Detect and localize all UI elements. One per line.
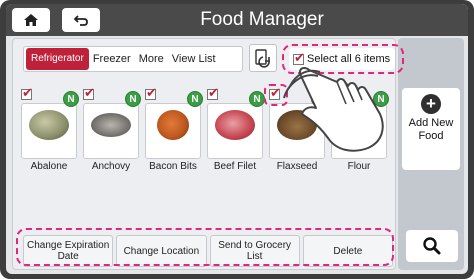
abalone-image (29, 110, 69, 140)
checkmark-icon: ✔ (208, 85, 219, 100)
select-all-checkbox[interactable]: ✔ (293, 49, 305, 65)
new-badge: N (187, 91, 203, 107)
checkmark-icon: ✔ (146, 85, 157, 100)
sync-button[interactable] (249, 44, 277, 72)
tab-view-list[interactable]: View List (168, 48, 220, 70)
food-item-anchovy[interactable]: ✔ N Anchovy (81, 85, 141, 175)
food-card[interactable] (145, 103, 201, 159)
checkmark-icon: ✔ (332, 85, 343, 100)
title-bar: Food Manager (6, 4, 468, 36)
home-icon (24, 14, 38, 26)
add-new-food-button[interactable]: + Add New Food (402, 88, 460, 170)
food-item-label: Flaxseed (276, 161, 318, 172)
sync-icon (255, 49, 270, 68)
food-item-label: Bacon Bits (149, 161, 197, 172)
select-all-label: Select all 6 items (307, 53, 391, 65)
checkmark-icon: ✔ (22, 85, 33, 100)
food-item-label: Anchovy (91, 161, 131, 172)
new-badge: N (125, 91, 141, 107)
food-item-label: Beef Filet (213, 161, 257, 172)
back-button[interactable] (62, 8, 100, 32)
action-bar: Change Expiration Date Change Location S… (23, 235, 393, 267)
food-card[interactable] (331, 103, 387, 159)
tab-refrigerator[interactable]: Refrigerator (26, 48, 89, 70)
screen: Food Manager Refrigerator Freezer More V… (6, 4, 468, 274)
checkmark-icon: ✔ (84, 85, 95, 100)
main-panel: Refrigerator Freezer More View List ✔ Se… (12, 38, 396, 270)
item-checkbox[interactable]: ✔ (21, 85, 33, 100)
add-new-food-label: Add New Food (408, 117, 454, 142)
location-tabs: Refrigerator Freezer More View List (23, 46, 243, 72)
food-item-flaxseed[interactable]: ✔ N Flaxseed (267, 85, 327, 175)
item-checkbox[interactable]: ✔ (83, 85, 95, 100)
change-location-button[interactable]: Change Location (116, 235, 207, 267)
anchovy-image (91, 113, 131, 137)
send-to-grocery-list-button[interactable]: Send to Grocery List (209, 235, 300, 267)
item-checkbox[interactable]: ✔ (269, 85, 281, 100)
food-items-grid: ✔ N Abalone ✔ N Anchovy ✔ N Bacon Bits ✔… (19, 85, 397, 179)
checkmark-icon: ✔ (294, 49, 305, 65)
food-item-bacon-bits[interactable]: ✔ N Bacon Bits (143, 85, 203, 175)
checkmark-icon: ✔ (270, 85, 281, 100)
food-card[interactable] (21, 103, 77, 159)
food-item-abalone[interactable]: ✔ N Abalone (19, 85, 79, 175)
beef-filet-image (215, 110, 255, 140)
food-card[interactable] (83, 103, 139, 159)
flour-image (339, 110, 379, 140)
tab-freezer[interactable]: Freezer (89, 48, 135, 70)
flaxseed-image (277, 110, 317, 140)
new-badge: N (373, 91, 389, 107)
search-icon (423, 237, 441, 255)
delete-button[interactable]: Delete (302, 235, 393, 267)
home-button[interactable] (12, 8, 50, 32)
item-checkbox[interactable]: ✔ (207, 85, 219, 100)
food-item-beef-filet[interactable]: ✔ N Beef Filet (205, 85, 265, 175)
food-item-flour[interactable]: ✔ N Flour (329, 85, 389, 175)
back-arrow-icon (73, 15, 88, 26)
device-frame: Food Manager Refrigerator Freezer More V… (0, 0, 474, 279)
plus-circle-icon: + (421, 94, 441, 114)
food-card[interactable] (207, 103, 263, 159)
page-title: Food Manager (200, 9, 324, 30)
item-checkbox[interactable]: ✔ (145, 85, 157, 100)
bacon-bits-image (157, 110, 189, 140)
food-item-label: Flour (347, 161, 371, 172)
select-all-toggle[interactable]: ✔ Select all 6 items (289, 48, 395, 70)
search-button[interactable] (406, 230, 458, 262)
food-card[interactable] (269, 103, 325, 159)
new-badge: N (249, 91, 265, 107)
change-expiration-date-button[interactable]: Change Expiration Date (23, 235, 114, 267)
food-item-label: Abalone (30, 161, 68, 172)
tab-more[interactable]: More (135, 48, 168, 70)
new-badge: N (311, 91, 327, 107)
item-checkbox[interactable]: ✔ (331, 85, 343, 100)
new-badge: N (63, 91, 79, 107)
